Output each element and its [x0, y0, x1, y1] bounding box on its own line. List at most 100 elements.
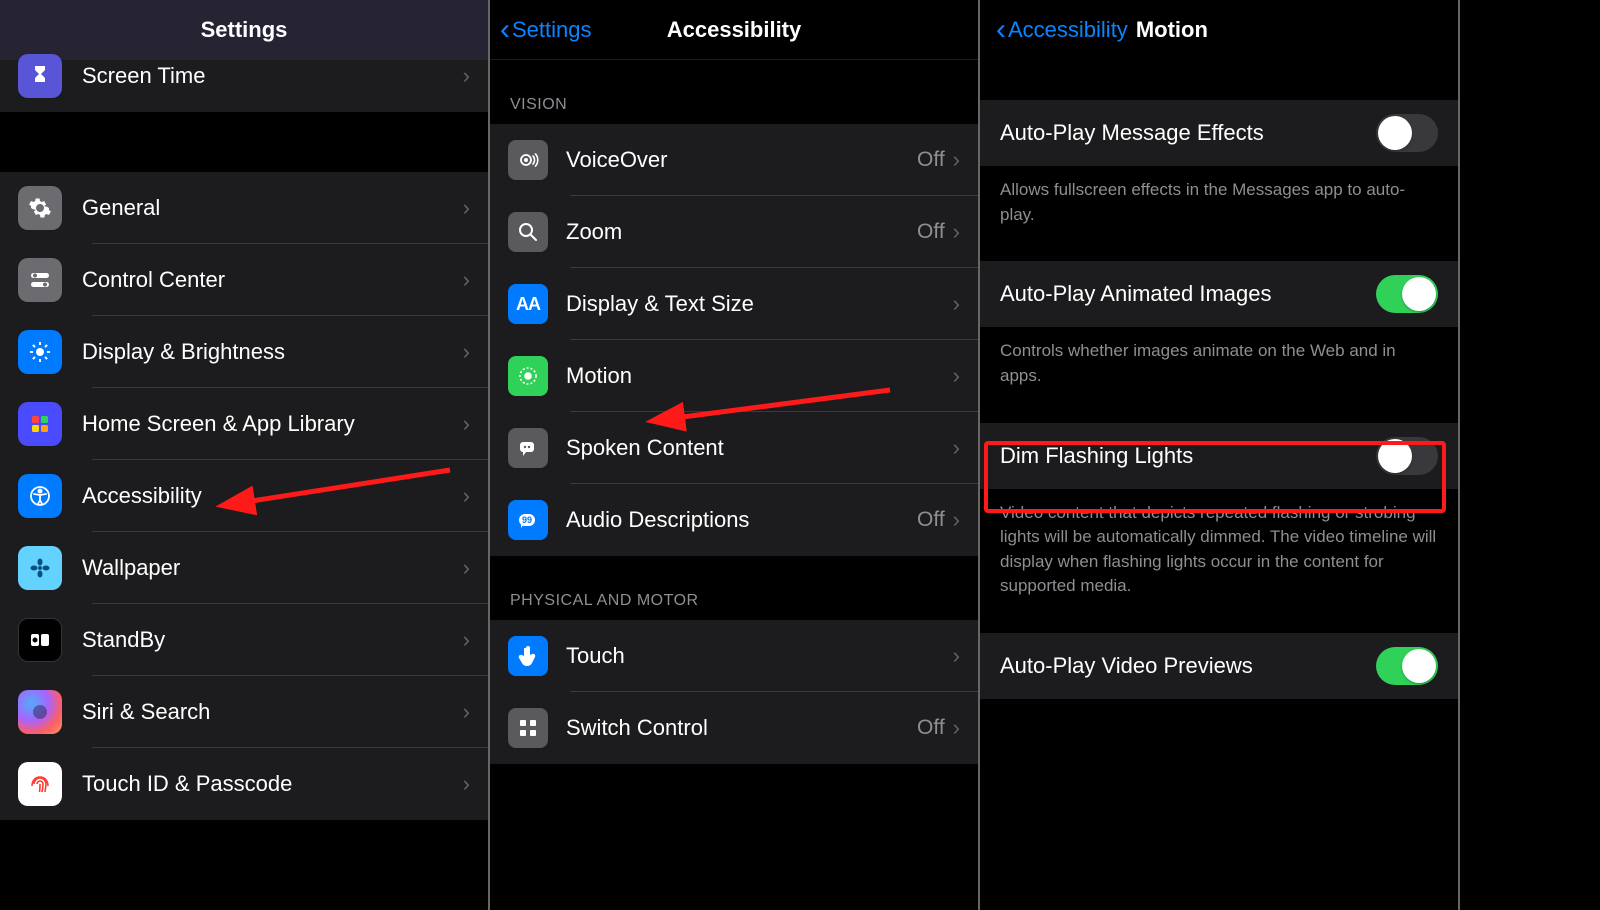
- toggle-autoplay-animated-images[interactable]: [1376, 275, 1438, 313]
- toggle-dim-flashing-lights[interactable]: [1376, 437, 1438, 475]
- chevron-right-icon: ›: [953, 435, 960, 461]
- page-title: Motion: [1136, 17, 1208, 43]
- navbar-motion: ‹ Accessibility Motion: [980, 0, 1458, 60]
- row-value: Off: [917, 508, 945, 532]
- back-label: Accessibility: [1008, 17, 1128, 43]
- row-label: Motion: [566, 363, 953, 389]
- apps-grid-icon: [18, 402, 62, 446]
- accessibility-icon: [18, 474, 62, 518]
- voiceover-icon: [508, 140, 548, 180]
- hourglass-icon: [18, 54, 62, 98]
- row-value: Off: [917, 716, 945, 740]
- chevron-right-icon: ›: [463, 411, 470, 437]
- chevron-left-icon: ‹: [996, 13, 1006, 47]
- row-spoken-content[interactable]: Spoken Content ›: [490, 412, 978, 484]
- section-header-vision: VISION: [490, 60, 978, 124]
- chevron-right-icon: ›: [953, 715, 960, 741]
- chevron-right-icon: ›: [463, 627, 470, 653]
- chevron-left-icon: ‹: [500, 13, 510, 47]
- back-button[interactable]: ‹ Settings: [490, 13, 592, 47]
- back-button[interactable]: ‹ Accessibility: [986, 13, 1128, 47]
- row-switch-control[interactable]: Switch Control Off ›: [490, 692, 978, 764]
- chevron-right-icon: ›: [953, 507, 960, 533]
- row-label: Screen Time: [82, 63, 463, 89]
- row-screen-time[interactable]: Screen Time ›: [0, 40, 488, 112]
- row-autoplay-video-previews[interactable]: Auto-Play Video Previews: [980, 633, 1458, 699]
- chevron-right-icon: ›: [463, 699, 470, 725]
- zoom-icon: [508, 212, 548, 252]
- touch-icon: [508, 636, 548, 676]
- back-label: Settings: [512, 17, 592, 43]
- gear-icon: [18, 186, 62, 230]
- switch-control-icon: [508, 708, 548, 748]
- row-label: Auto-Play Video Previews: [1000, 653, 1376, 679]
- motion-pane: ‹ Accessibility Motion Auto-Play Message…: [980, 0, 1460, 910]
- row-wallpaper[interactable]: Wallpaper ›: [0, 532, 488, 604]
- toggles-icon: [18, 258, 62, 302]
- clock-widget-icon: [18, 618, 62, 662]
- chevron-right-icon: ›: [463, 483, 470, 509]
- row-touch[interactable]: Touch ›: [490, 620, 978, 692]
- motion-icon: [508, 356, 548, 396]
- footer-autoplay-animated: Controls whether images animate on the W…: [980, 327, 1458, 406]
- row-label: Home Screen & App Library: [82, 411, 463, 437]
- svg-text:99: 99: [522, 515, 532, 525]
- chevron-right-icon: ›: [953, 291, 960, 317]
- brightness-icon: [18, 330, 62, 374]
- row-label: Auto-Play Animated Images: [1000, 281, 1376, 307]
- spoken-content-icon: [508, 428, 548, 468]
- row-label: Display & Text Size: [566, 291, 953, 317]
- footer-autoplay-message: Allows fullscreen effects in the Message…: [980, 166, 1458, 245]
- row-label: Control Center: [82, 267, 463, 293]
- row-value: Off: [917, 220, 945, 244]
- row-label: Switch Control: [566, 715, 917, 741]
- row-general[interactable]: General ›: [0, 172, 488, 244]
- row-zoom[interactable]: Zoom Off ›: [490, 196, 978, 268]
- row-touchid-passcode[interactable]: Touch ID & Passcode ›: [0, 748, 488, 820]
- row-label: Display & Brightness: [82, 339, 463, 365]
- row-standby[interactable]: StandBy ›: [0, 604, 488, 676]
- chevron-right-icon: ›: [463, 267, 470, 293]
- row-label: Accessibility: [82, 483, 463, 509]
- navbar-accessibility: ‹ Settings Accessibility: [490, 0, 978, 60]
- chevron-right-icon: ›: [953, 147, 960, 173]
- chevron-right-icon: ›: [463, 339, 470, 365]
- section-header-motor: PHYSICAL AND MOTOR: [490, 556, 978, 620]
- row-voiceover[interactable]: VoiceOver Off ›: [490, 124, 978, 196]
- toggle-autoplay-message-effects[interactable]: [1376, 114, 1438, 152]
- row-label: Touch ID & Passcode: [82, 771, 463, 797]
- row-dim-flashing-lights[interactable]: Dim Flashing Lights: [980, 423, 1458, 489]
- chevron-right-icon: ›: [953, 219, 960, 245]
- row-label: VoiceOver: [566, 147, 917, 173]
- audio-descriptions-icon: 99: [508, 500, 548, 540]
- fingerprint-icon: [18, 762, 62, 806]
- chevron-right-icon: ›: [953, 363, 960, 389]
- chevron-right-icon: ›: [463, 63, 470, 89]
- row-label: Dim Flashing Lights: [1000, 443, 1376, 469]
- row-home-screen[interactable]: Home Screen & App Library ›: [0, 388, 488, 460]
- row-label: StandBy: [82, 627, 463, 653]
- row-display-brightness[interactable]: Display & Brightness ›: [0, 316, 488, 388]
- row-control-center[interactable]: Control Center ›: [0, 244, 488, 316]
- accessibility-pane: ‹ Settings Accessibility VISION VoiceOve…: [490, 0, 980, 910]
- settings-pane: Settings Screen Time › General › Control…: [0, 0, 490, 910]
- chevron-right-icon: ›: [953, 643, 960, 669]
- siri-icon: [18, 690, 62, 734]
- row-audio-descriptions[interactable]: 99 Audio Descriptions Off ›: [490, 484, 978, 556]
- row-label: Zoom: [566, 219, 917, 245]
- row-siri-search[interactable]: Siri & Search ›: [0, 676, 488, 748]
- row-label: Auto-Play Message Effects: [1000, 120, 1376, 146]
- row-autoplay-animated-images[interactable]: Auto-Play Animated Images: [980, 261, 1458, 327]
- row-label: Siri & Search: [82, 699, 463, 725]
- footer-dim-flashing: Video content that depicts repeated flas…: [980, 489, 1458, 618]
- toggle-autoplay-video-previews[interactable]: [1376, 647, 1438, 685]
- row-label: Wallpaper: [82, 555, 463, 581]
- row-display-text-size[interactable]: AA Display & Text Size ›: [490, 268, 978, 340]
- chevron-right-icon: ›: [463, 771, 470, 797]
- row-accessibility[interactable]: Accessibility ›: [0, 460, 488, 532]
- row-motion[interactable]: Motion ›: [490, 340, 978, 412]
- row-value: Off: [917, 148, 945, 172]
- flower-icon: [18, 546, 62, 590]
- chevron-right-icon: ›: [463, 555, 470, 581]
- row-autoplay-message-effects[interactable]: Auto-Play Message Effects: [980, 100, 1458, 166]
